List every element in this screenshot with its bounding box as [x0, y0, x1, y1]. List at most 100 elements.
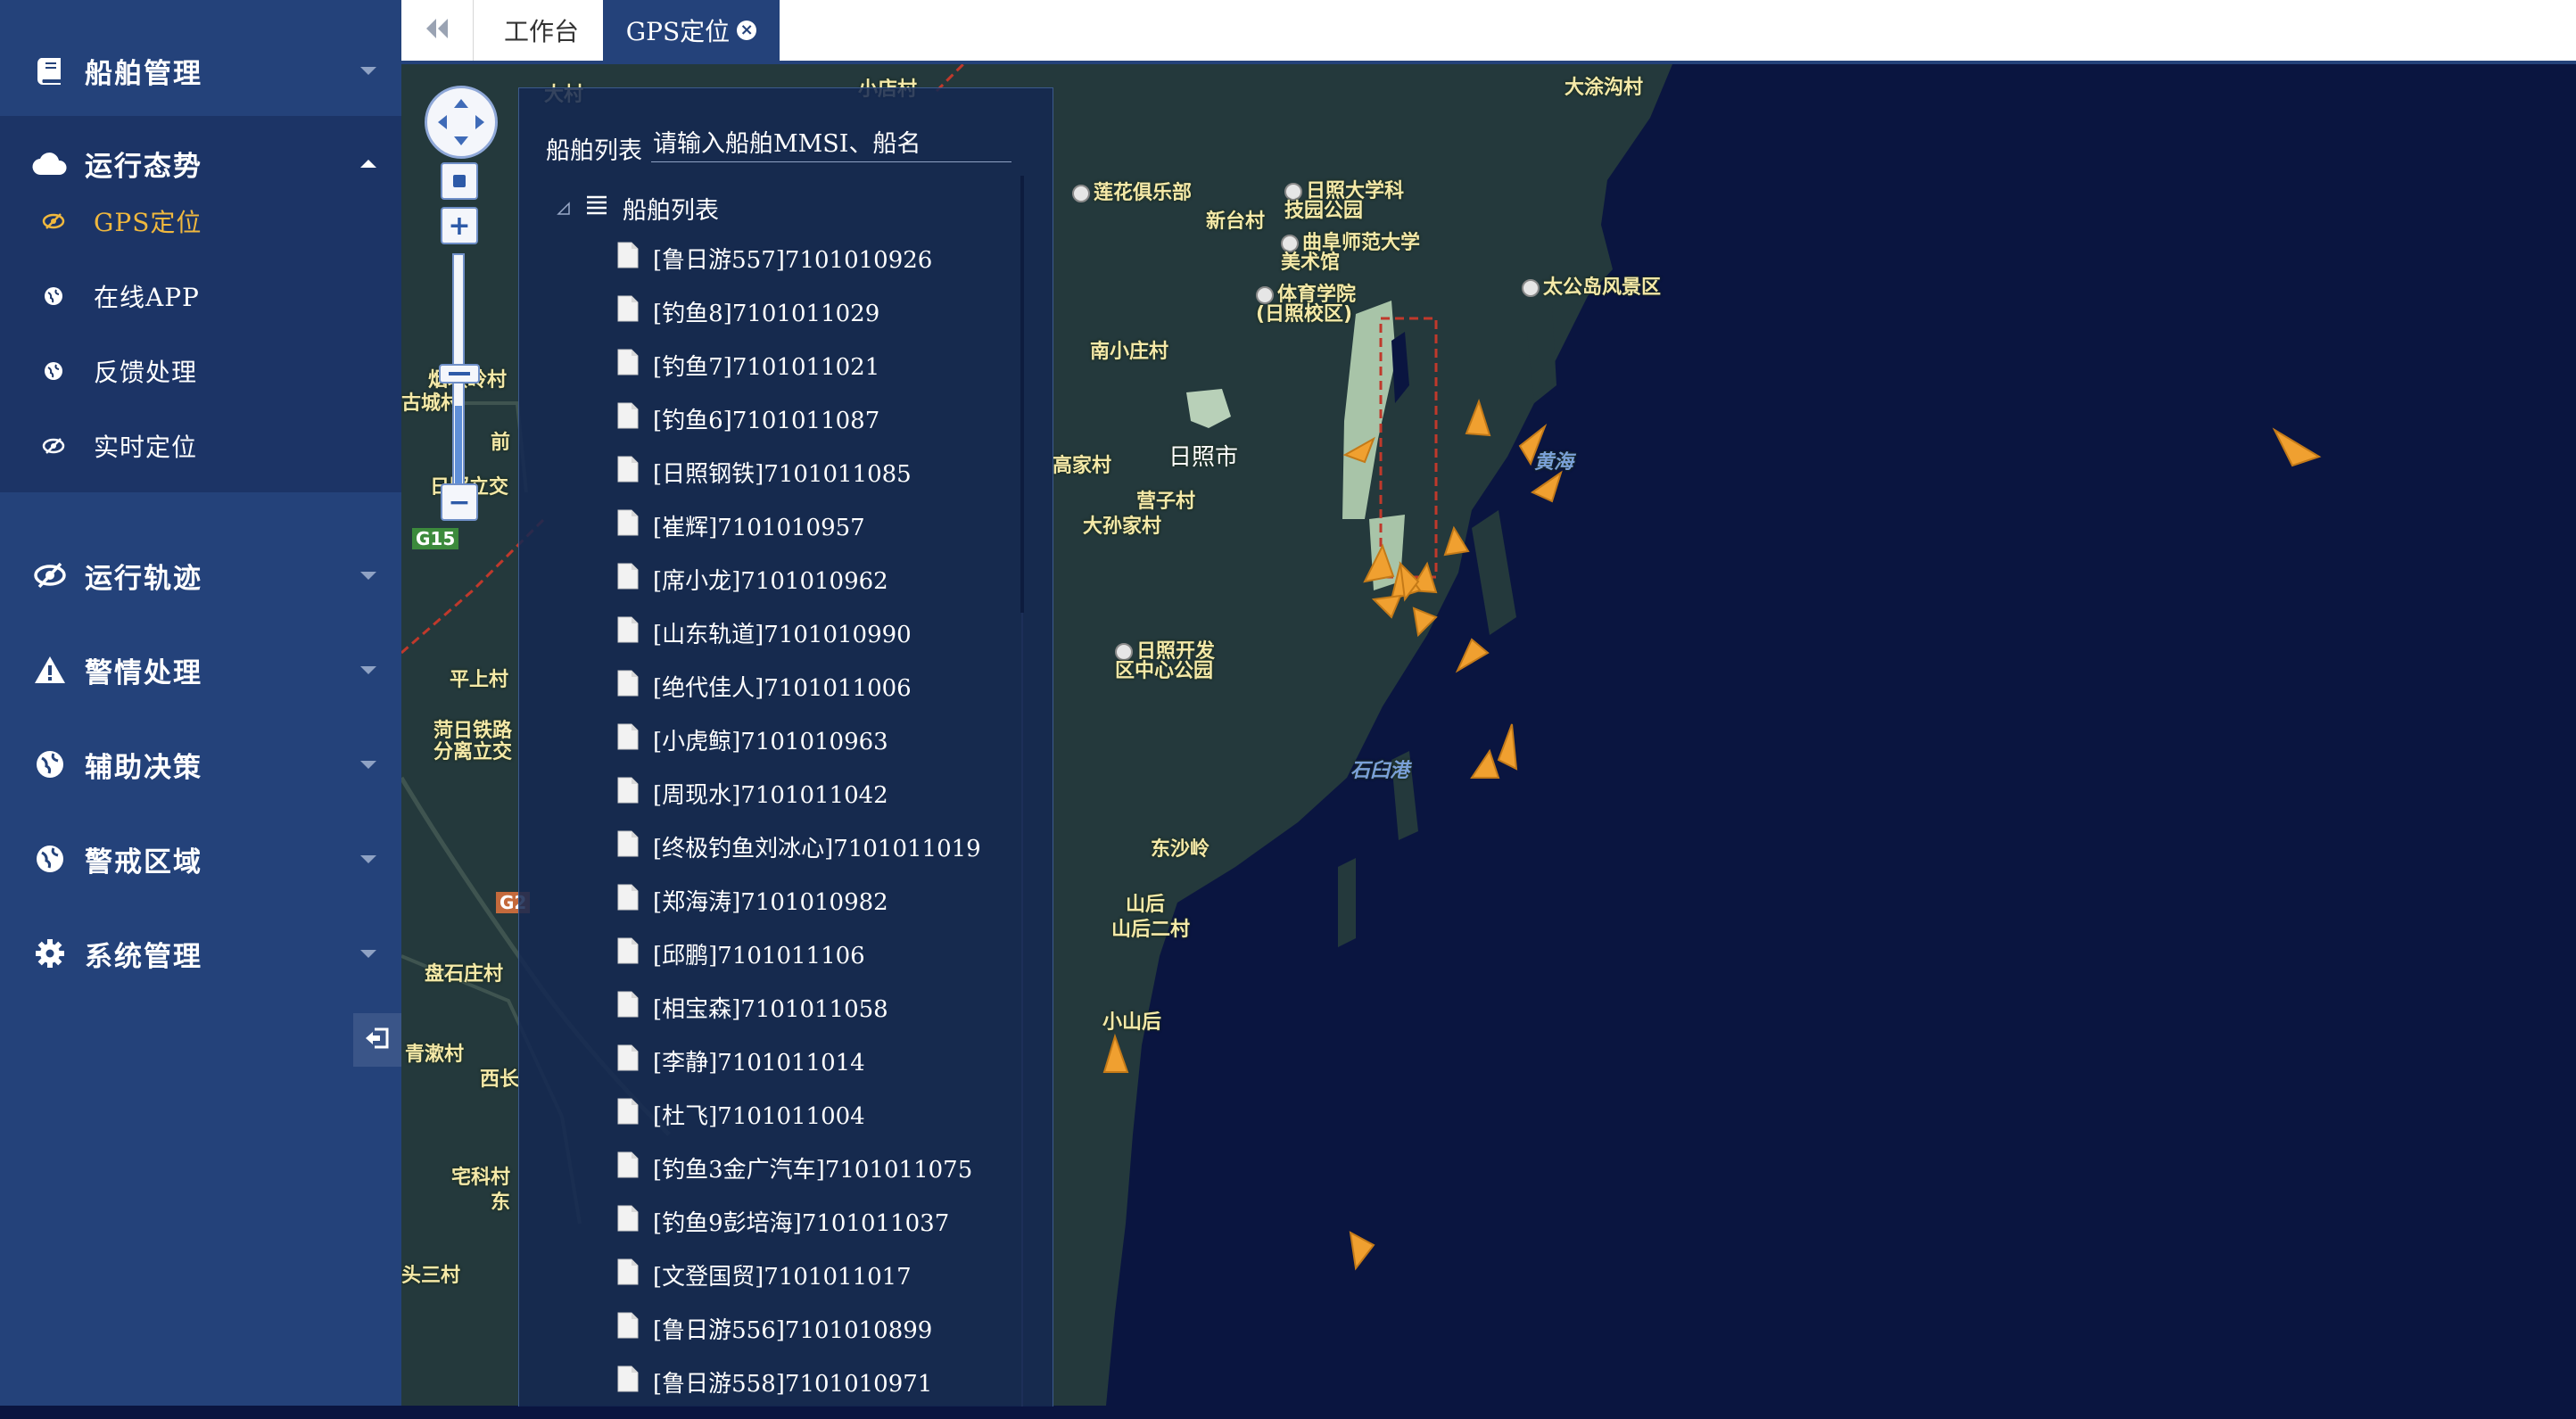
ship-name: [小虎鲸]7101010963: [653, 729, 888, 755]
ship-list-item[interactable]: [小虎鲸]7101010963: [617, 723, 1045, 777]
globe-icon: [32, 841, 68, 877]
chevron-down-icon: [360, 665, 376, 674]
scrollbar-thumb[interactable]: [1020, 176, 1024, 613]
file-icon: [617, 991, 639, 1018]
map-label: 高家村: [1053, 455, 1112, 477]
menu-system-management[interactable]: 系统管理: [0, 906, 401, 1001]
chevron-down-icon: [360, 854, 376, 863]
tab-bar: 工作台 GPS定位 ×: [401, 0, 2576, 64]
ship-list-item[interactable]: [钓鱼9彭培海]7101011037: [617, 1205, 1045, 1258]
eye-slash-icon: [32, 557, 68, 593]
menu-label: 警情处理: [85, 656, 202, 689]
file-icon: [617, 1098, 639, 1125]
road-badge: G15: [412, 528, 459, 549]
map-pan-control[interactable]: [425, 86, 498, 159]
ship-list-item[interactable]: [日照钢铁]7101011085: [617, 456, 1045, 509]
map-label: 南小庄村: [1090, 341, 1169, 363]
sign-out-icon: [364, 1027, 391, 1053]
slider-handle-icon: [449, 372, 470, 375]
ship-list-item[interactable]: [杜飞]7101011004: [617, 1098, 1045, 1151]
file-icon: [617, 295, 639, 322]
ship-name: [钓鱼7]7101011021: [653, 354, 880, 381]
map-label: 小山后: [1102, 1011, 1162, 1034]
ship-list-item[interactable]: [钓鱼7]7101011021: [617, 349, 1045, 402]
submenu-online-app[interactable]: 在线APP: [0, 259, 401, 334]
chevron-up-icon: [360, 159, 376, 168]
ship-list-item[interactable]: [钓鱼6]7101011087: [617, 402, 1045, 456]
poi-icon: [1256, 286, 1274, 304]
file-icon: [617, 1365, 639, 1392]
ship-list-item[interactable]: [钓鱼3金广汽车]7101011075: [617, 1151, 1045, 1205]
ship-name: [邱鹏]7101011106: [653, 943, 865, 969]
eye-slash-icon: [42, 210, 65, 233]
ship-search-input[interactable]: [651, 126, 1011, 162]
ship-list-item[interactable]: [山东轨道]7101010990: [617, 616, 1045, 670]
warning-icon: [32, 652, 68, 688]
tree-root-node[interactable]: 船舶列表: [557, 190, 719, 226]
file-icon: [617, 349, 639, 375]
list-icon: [585, 194, 610, 223]
file-icon: [617, 1312, 639, 1339]
ship-list-item[interactable]: [邱鹏]7101011106: [617, 937, 1045, 991]
tab-scroll-left-button[interactable]: [401, 0, 474, 61]
submenu-label: 实时定位: [94, 433, 198, 462]
ship-name: [周现水]7101011042: [653, 782, 888, 809]
globe-icon: [42, 359, 65, 383]
pan-arrows-icon: [438, 99, 484, 145]
ship-list-item[interactable]: [周现水]7101011042: [617, 777, 1045, 830]
submenu-status-group: 运行态势 GPS定位 在线APP 反馈处理 实时定位: [0, 116, 401, 492]
map-label: 头三村: [401, 1265, 461, 1287]
ship-list-item[interactable]: [文登国贸]7101011017: [617, 1258, 1045, 1312]
map-label: 东沙岭: [1151, 838, 1210, 861]
ship-list: [鲁日游557]7101010926 [钓鱼8]7101011029 [钓鱼7]71…: [617, 242, 1045, 1419]
ship-list-item[interactable]: [相宝森]7101011058: [617, 991, 1045, 1044]
menu-label: 运行轨迹: [85, 562, 202, 595]
tree-toggle-icon[interactable]: [557, 194, 574, 222]
ship-list-item[interactable]: [鲁日游556]7101010899: [617, 1312, 1045, 1365]
map-locate-button[interactable]: [441, 162, 478, 200]
close-icon[interactable]: ×: [737, 21, 757, 40]
map-label: 盘石庄村: [425, 963, 504, 986]
menu-ship-management[interactable]: 船舶管理: [0, 23, 401, 118]
ship-list-item[interactable]: [鲁日游557]7101010926: [617, 242, 1045, 295]
ship-list-item[interactable]: [钓鱼8]7101011029: [617, 295, 1045, 349]
chevron-down-icon: [360, 66, 376, 75]
ship-list-item[interactable]: [李静]7101011014: [617, 1044, 1045, 1098]
ship-name: [钓鱼3金广汽车]7101011075: [653, 1157, 973, 1184]
ship-list-item[interactable]: [崔辉]7101010957: [617, 509, 1045, 563]
tab-workbench[interactable]: 工作台: [475, 0, 609, 61]
sidebar-collapse-button[interactable]: [353, 1013, 401, 1067]
ship-name: [相宝森]7101011058: [653, 996, 888, 1023]
menu-running-track[interactable]: 运行轨迹: [0, 528, 401, 623]
tab-gps-location[interactable]: GPS定位 ×: [603, 0, 780, 61]
submenu-gps-location[interactable]: GPS定位: [0, 184, 401, 259]
globe-icon: [42, 285, 65, 308]
ship-list-item[interactable]: [终极钓鱼刘冰心]7101011019: [617, 830, 1045, 884]
zoom-out-button[interactable]: −: [441, 483, 478, 521]
ship-list-panel: 船舶列表 船舶列表 [鲁日游557]7101010926 [钓鱼8]7101011…: [518, 87, 1053, 1407]
menu-alarm-handling[interactable]: 警情处理: [0, 623, 401, 717]
ship-list-item[interactable]: [绝代佳人]7101011006: [617, 670, 1045, 723]
map-label: 新台村: [1206, 210, 1266, 233]
poi-icon: [1522, 279, 1540, 297]
file-icon: [617, 777, 639, 804]
file-icon: [617, 242, 639, 268]
minus-icon: −: [448, 486, 471, 518]
zoom-slider-handle[interactable]: [439, 364, 480, 384]
submenu-feedback[interactable]: 反馈处理: [0, 334, 401, 408]
submenu-realtime-location[interactable]: 实时定位: [0, 408, 401, 483]
ship-name: [日照钢铁]7101011085: [653, 461, 912, 488]
chevron-down-icon: [360, 949, 376, 958]
ship-name: [鲁日游557]7101010926: [653, 247, 933, 274]
poi-icon: [1115, 643, 1133, 661]
menu-alert-zone[interactable]: 警戒区域: [0, 812, 401, 906]
ship-list-item[interactable]: [席小龙]7101010962: [617, 563, 1045, 616]
file-icon: [617, 563, 639, 590]
poi-icon: [1284, 183, 1302, 201]
book-icon: [32, 53, 68, 88]
file-icon: [617, 509, 639, 536]
ship-list-item[interactable]: [鲁日游558]7101010971: [617, 1365, 1045, 1419]
menu-decision-support[interactable]: 辅助决策: [0, 717, 401, 812]
file-icon: [617, 723, 639, 750]
ship-list-item[interactable]: [郑海涛]7101010982: [617, 884, 1045, 937]
